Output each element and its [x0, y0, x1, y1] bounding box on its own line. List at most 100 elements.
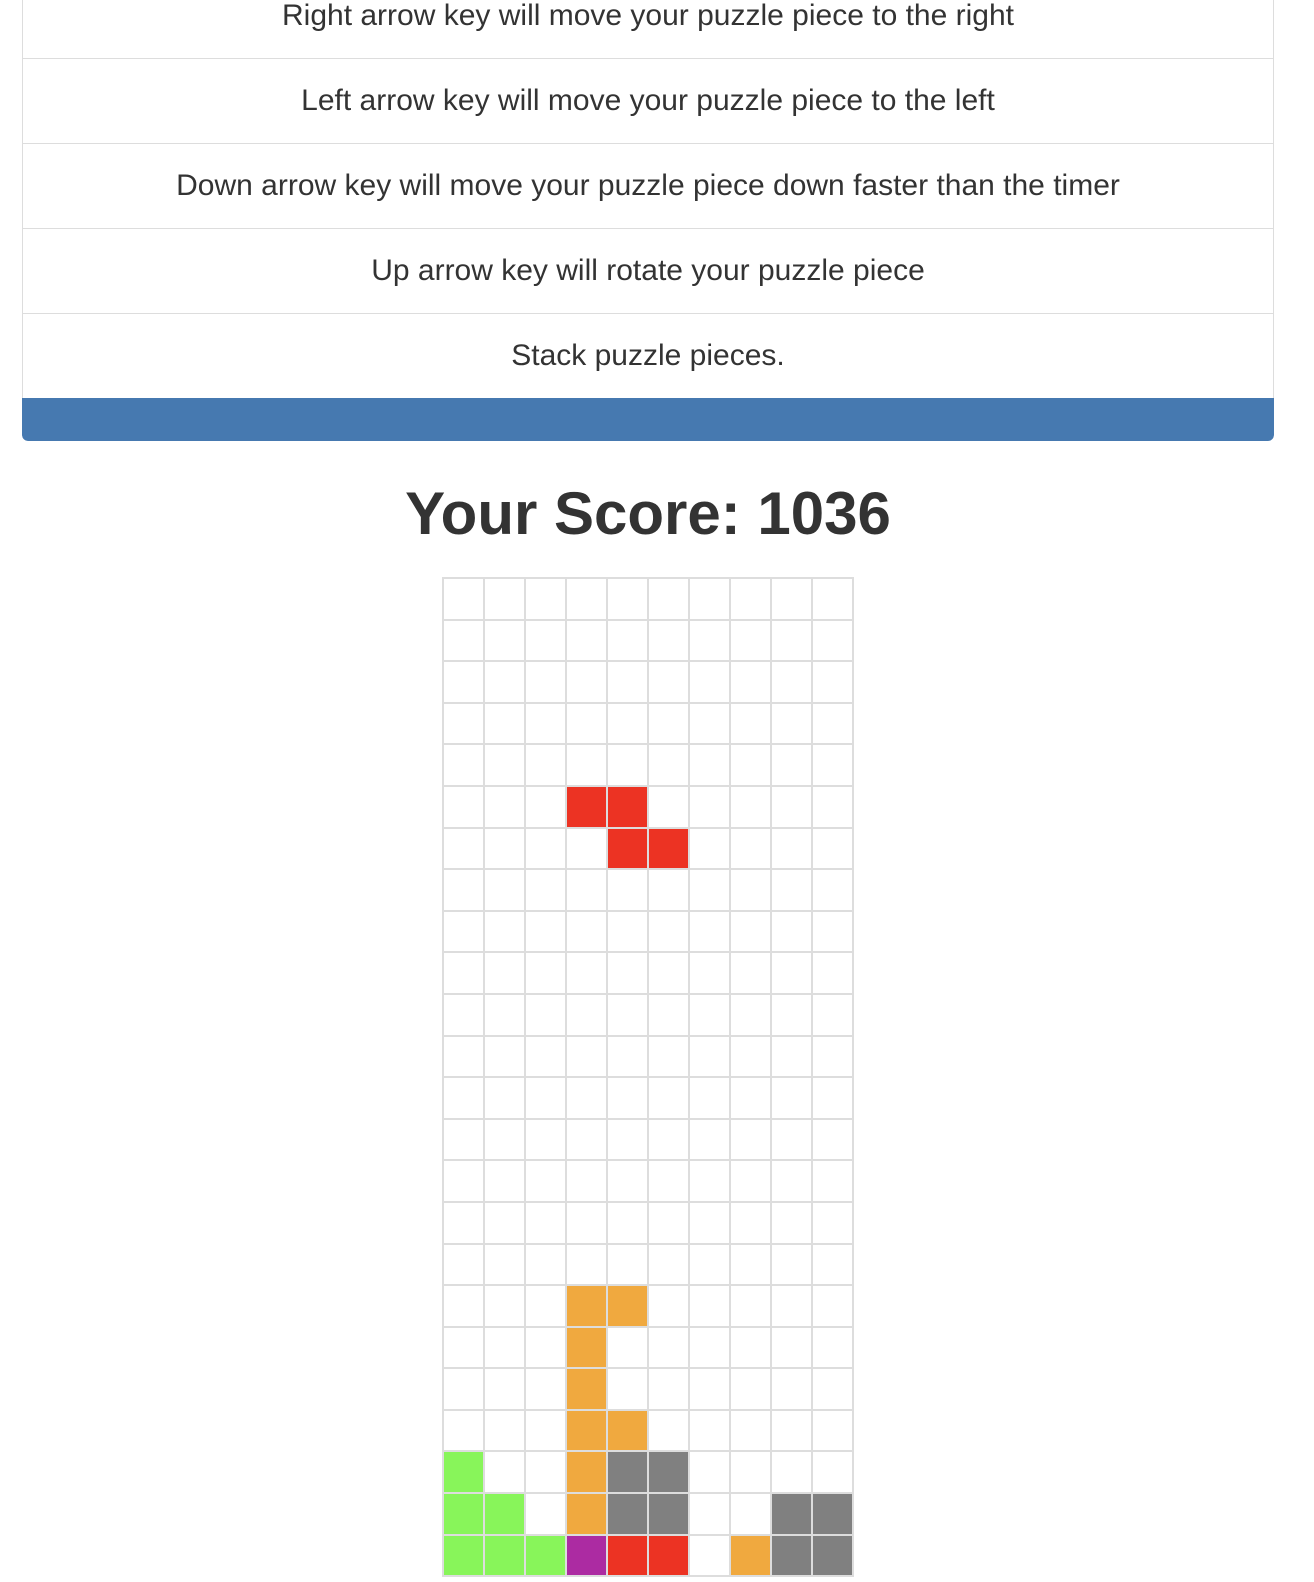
board-cell-empty [649, 953, 690, 995]
board-cell-empty [608, 1036, 649, 1079]
board-cell-filled-red [649, 1535, 690, 1578]
board-cell-empty [567, 703, 608, 746]
board-cell-empty [526, 786, 567, 829]
board-cell-empty [813, 870, 854, 912]
board-cell-empty [608, 1244, 649, 1287]
board-cell-empty [731, 703, 772, 746]
board-cell-empty [526, 1161, 567, 1203]
board-cell-empty [444, 745, 485, 787]
board-cell-empty [649, 1369, 690, 1411]
board-cell-empty [813, 1161, 854, 1203]
board-cell-empty [608, 953, 649, 995]
board-cell-empty [485, 579, 526, 621]
board-cell-empty [772, 870, 813, 912]
board-cell-empty [813, 1410, 854, 1453]
game-board[interactable] [442, 577, 854, 1578]
board-cell-filled-gray [772, 1494, 813, 1536]
board-cell-empty [526, 994, 567, 1037]
board-cell-empty [485, 662, 526, 704]
board-cell-empty [731, 579, 772, 621]
board-cell-empty [485, 1244, 526, 1287]
board-cell-empty [813, 662, 854, 704]
board-cell-empty [567, 1078, 608, 1120]
board-cell-empty [690, 1119, 731, 1162]
board-cell-empty [690, 870, 731, 912]
board-cell-empty [485, 786, 526, 829]
score-heading: Your Score: 1036 [405, 480, 891, 547]
board-cell-empty [813, 1244, 854, 1287]
board-cell-empty [485, 828, 526, 871]
board-cell-filled-orange [567, 1369, 608, 1411]
board-cell-empty [731, 1078, 772, 1120]
board-cell-empty [772, 911, 813, 954]
board-cell-empty [526, 870, 567, 912]
board-cell-empty [649, 662, 690, 704]
board-cell-empty [690, 620, 731, 663]
board-cell-empty [526, 703, 567, 746]
board-cell-empty [731, 1202, 772, 1245]
board-cell-empty [813, 1036, 854, 1079]
board-cell-empty [485, 1410, 526, 1453]
board-cell-empty [526, 1410, 567, 1453]
board-cell-empty [608, 745, 649, 787]
board-cell-empty [485, 870, 526, 912]
board-cell-empty [690, 1327, 731, 1370]
board-cell-empty [608, 662, 649, 704]
board-cell-empty [813, 579, 854, 621]
board-cell-empty [608, 911, 649, 954]
board-cell-empty [608, 994, 649, 1037]
board-cell-empty [526, 1036, 567, 1079]
board-cell-empty [649, 1036, 690, 1079]
board-cell-empty [526, 1119, 567, 1162]
board-cell-empty [444, 870, 485, 912]
board-cell-empty [444, 579, 485, 621]
board-cell-empty [567, 994, 608, 1037]
board-cell-empty [690, 1494, 731, 1536]
board-cell-empty [813, 1327, 854, 1370]
board-cell-empty [731, 1452, 772, 1495]
board-cell-filled-green [444, 1494, 485, 1536]
board-cell-empty [526, 953, 567, 995]
board-cell-empty [772, 786, 813, 829]
board-cell-empty [567, 1161, 608, 1203]
board-cell-empty [526, 662, 567, 704]
board-cell-empty [813, 911, 854, 954]
board-cell-empty [813, 1369, 854, 1411]
board-cell-empty [649, 870, 690, 912]
board-cell-empty [485, 620, 526, 663]
board-cell-empty [731, 911, 772, 954]
board-cell-empty [649, 745, 690, 787]
board-cell-empty [813, 703, 854, 746]
board-cell-empty [567, 870, 608, 912]
board-cell-empty [772, 620, 813, 663]
board-cell-empty [772, 1036, 813, 1079]
board-cell-empty [731, 870, 772, 912]
board-cell-empty [444, 1286, 485, 1328]
board-cell-empty [444, 911, 485, 954]
board-cell-empty [567, 579, 608, 621]
board-cell-empty [772, 1161, 813, 1203]
board-cell-empty [690, 1535, 731, 1578]
board-cell-empty [690, 1078, 731, 1120]
board-cell-empty [444, 1119, 485, 1162]
board-cell-empty [772, 703, 813, 746]
board-cell-empty [444, 994, 485, 1037]
board-cell-empty [526, 1452, 567, 1495]
board-cell-empty [444, 1202, 485, 1245]
board-cell-empty [731, 1410, 772, 1453]
board-cell-empty [526, 745, 567, 787]
board-cell-empty [772, 745, 813, 787]
board-cell-empty [526, 1244, 567, 1287]
instruction-left-arrow: Left arrow key will move your puzzle pie… [22, 58, 1274, 143]
board-cell-filled-red [608, 1535, 649, 1578]
board-cell-empty [608, 579, 649, 621]
board-cell-empty [649, 1119, 690, 1162]
board-cell-empty [608, 870, 649, 912]
board-cell-empty [772, 828, 813, 871]
board-cell-empty [526, 620, 567, 663]
board-cell-filled-orange [567, 1410, 608, 1453]
board-cell-empty [772, 1119, 813, 1162]
board-cell-filled-gray [608, 1452, 649, 1495]
board-cell-empty [567, 1119, 608, 1162]
board-cell-empty [485, 1202, 526, 1245]
